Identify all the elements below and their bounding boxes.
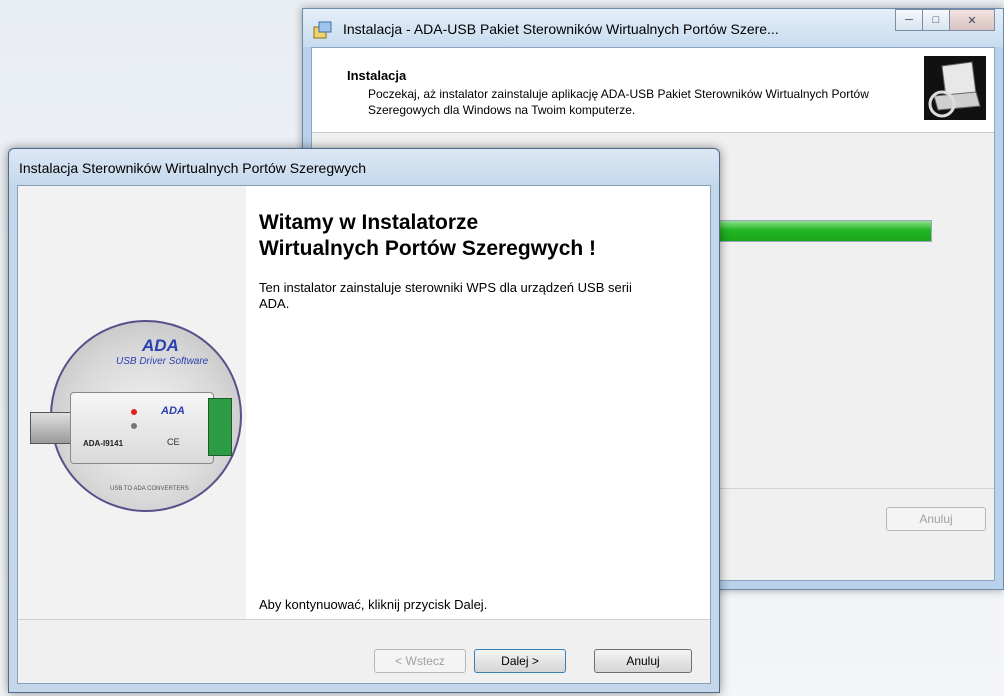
disc-subtitle: USB Driver Software xyxy=(116,356,209,367)
welcome-title-line1: Witamy w Instalatorze xyxy=(259,211,479,234)
page-header: Instalacja Poczekaj, aż instalator zains… xyxy=(312,48,994,133)
installer-icon xyxy=(313,21,332,39)
next-button[interactable]: Dalej > xyxy=(474,649,566,673)
usb-device-image: ADA ADA-I9141 CE xyxy=(70,392,214,464)
page-description: Poczekaj, aż instalator zainstaluje apli… xyxy=(368,87,869,117)
maximize-icon: □ xyxy=(932,14,940,26)
footer-divider xyxy=(18,619,710,620)
wizard-content: Witamy w Instalatorze Wirtualnych Portów… xyxy=(246,186,710,619)
device-ce-mark: CE xyxy=(167,437,180,447)
disc-bottom-text: USB TO ADA CONVERTERS xyxy=(110,486,189,492)
back-button[interactable]: < Wstecz xyxy=(374,649,466,673)
disc-logo: ADA xyxy=(142,336,179,355)
page-title: Instalacja xyxy=(347,68,407,83)
install-progress-bar xyxy=(700,220,932,242)
terminal-block-image xyxy=(208,398,232,456)
close-icon: ✕ xyxy=(967,14,977,27)
continue-instruction: Aby kontynuować, kliknij przycisk Dalej. xyxy=(259,597,488,612)
minimize-icon: ─ xyxy=(905,14,913,26)
computer-install-icon xyxy=(924,56,986,120)
title-bar[interactable]: Instalacja Sterowników Wirtualnych Portó… xyxy=(9,149,719,185)
welcome-title: Witamy w Instalatorze Wirtualnych Portów… xyxy=(259,210,596,262)
welcome-description: Ten instalator zainstaluje sterowniki WP… xyxy=(259,280,632,311)
welcome-title-line2: Wirtualnych Portów Szeregwych ! xyxy=(259,237,597,260)
window-title: Instalacja - ADA-USB Pakiet Sterowników … xyxy=(343,21,779,37)
led-icon xyxy=(131,423,137,429)
led-icon xyxy=(131,409,137,415)
window-title: Instalacja Sterowników Wirtualnych Portó… xyxy=(19,160,367,176)
cancel-button[interactable]: Anuluj xyxy=(886,507,986,531)
cancel-button[interactable]: Anuluj xyxy=(594,649,692,673)
minimize-button[interactable]: ─ xyxy=(895,9,923,31)
maximize-button[interactable]: □ xyxy=(922,9,950,31)
usb-plug-image xyxy=(30,412,72,444)
device-model: ADA-I9141 xyxy=(83,439,124,448)
welcome-wizard-window: Instalacja Sterowników Wirtualnych Portó… xyxy=(8,148,720,693)
wizard-banner: ADA USB Driver Software USB TO ADA CONVE… xyxy=(18,186,246,619)
progress-fill xyxy=(701,221,931,241)
title-bar[interactable]: Instalacja - ADA-USB Pakiet Sterowników … xyxy=(303,9,1003,47)
wizard-client: ADA USB Driver Software USB TO ADA CONVE… xyxy=(17,185,711,684)
close-button[interactable]: ✕ xyxy=(949,9,995,31)
device-brand: ADA xyxy=(161,405,185,417)
